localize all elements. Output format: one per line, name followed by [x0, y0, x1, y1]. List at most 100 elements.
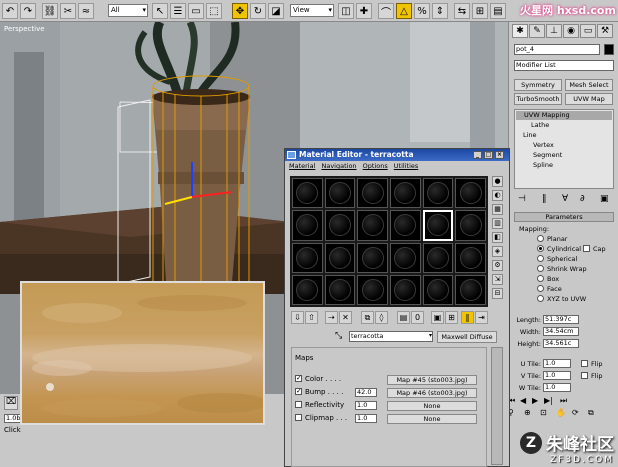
- stack-item-vertex[interactable]: Vertex: [533, 141, 554, 150]
- object-name-input[interactable]: pot_4: [514, 44, 600, 55]
- get-material-icon[interactable]: ⇩: [291, 311, 304, 324]
- material-effects-channel-icon[interactable]: 0: [411, 311, 424, 324]
- utile-input[interactable]: 1.0: [543, 359, 571, 368]
- u-flip-checkbox[interactable]: Flip: [581, 360, 602, 368]
- assign-to-selection-icon[interactable]: ⇢: [325, 311, 338, 324]
- mesh-select-button[interactable]: Mesh Select: [565, 79, 613, 91]
- menu-navigation[interactable]: Navigation: [321, 162, 356, 170]
- menu-options[interactable]: Options: [363, 162, 388, 170]
- coord-system-dropdown[interactable]: View: [290, 4, 334, 17]
- rect-select-icon[interactable]: ▭: [188, 3, 204, 19]
- mirror-icon[interactable]: ⇆: [454, 3, 470, 19]
- vtile-input[interactable]: 1.0: [543, 371, 571, 380]
- object-color-swatch[interactable]: [604, 44, 614, 55]
- viewport-label[interactable]: Perspective: [4, 25, 45, 33]
- height-input[interactable]: 34.561c: [543, 339, 579, 348]
- reflectivity-amount-input[interactable]: 1.0: [355, 401, 377, 410]
- angle-snap-icon[interactable]: △: [396, 3, 412, 19]
- next-frame-icon[interactable]: ▶|: [544, 396, 553, 405]
- unlink-icon[interactable]: ✂: [60, 3, 76, 19]
- manipulate-icon[interactable]: ✚: [356, 3, 372, 19]
- show-map-in-viewport-icon[interactable]: ▣: [431, 311, 444, 324]
- material-slot[interactable]: [389, 210, 421, 241]
- clipmap-amount-input[interactable]: 1.0: [355, 414, 377, 423]
- align-icon[interactable]: ⊞: [472, 3, 488, 19]
- color-map-button[interactable]: Map #45 (sto003.jpg): [387, 375, 477, 385]
- close-button[interactable]: ×: [495, 151, 504, 159]
- maximize-button[interactable]: □: [484, 151, 493, 159]
- material-slot[interactable]: [324, 178, 356, 209]
- width-input[interactable]: 34.54cm: [543, 327, 579, 336]
- menu-utilities[interactable]: Utilities: [394, 162, 418, 170]
- pin-stack-icon[interactable]: ⊣: [518, 194, 526, 204]
- material-slot[interactable]: [292, 210, 323, 241]
- mapping-shrink-wrap-radio[interactable]: Shrink Wrap: [537, 265, 587, 273]
- go-forward-sibling-icon[interactable]: ⇥: [475, 311, 488, 324]
- make-preview-icon[interactable]: ◈: [492, 246, 503, 257]
- mapping-planar-radio[interactable]: Planar: [537, 235, 567, 243]
- stack-item-spline[interactable]: Spline: [533, 161, 553, 170]
- make-unique-material-icon[interactable]: ◊: [375, 311, 388, 324]
- prev-frame-icon[interactable]: ◀: [520, 396, 526, 405]
- spinner-snap-icon[interactable]: ⇕: [432, 3, 448, 19]
- menu-material[interactable]: Material: [289, 162, 315, 170]
- cap-checkbox[interactable]: Cap: [583, 245, 606, 253]
- clipmap-button[interactable]: None: [387, 414, 477, 424]
- options-icon[interactable]: ⚙: [492, 260, 503, 271]
- put-to-library-icon[interactable]: ▤: [397, 311, 410, 324]
- motion-tab-icon[interactable]: ◉: [563, 24, 579, 38]
- mapping-face-radio[interactable]: Face: [537, 285, 562, 293]
- uv-tiling-icon[interactable]: ▥: [492, 218, 503, 229]
- modify-tab-icon[interactable]: ✎: [529, 24, 545, 38]
- maps-rollout-label[interactable]: Maps: [295, 354, 313, 362]
- material-slot[interactable]: [389, 242, 421, 273]
- background-icon[interactable]: ▦: [492, 204, 503, 215]
- parameters-rollout[interactable]: Parameters: [514, 212, 614, 222]
- play-icon[interactable]: ▶: [532, 396, 538, 405]
- material-slot[interactable]: [324, 210, 356, 241]
- mapping-xyz-radio[interactable]: XYZ to UVW: [537, 295, 586, 303]
- color-map-checkbox[interactable]: [295, 373, 302, 384]
- stack-item-uvw-mapping[interactable]: UVW Mapping: [516, 111, 612, 120]
- scale-icon[interactable]: ◪: [268, 3, 284, 19]
- reflectivity-map-button[interactable]: None: [387, 401, 477, 411]
- material-slot[interactable]: [292, 274, 323, 305]
- remove-modifier-icon[interactable]: ∂: [580, 194, 585, 204]
- sample-type-icon[interactable]: ●: [492, 176, 503, 187]
- mapping-box-radio[interactable]: Box: [537, 275, 559, 283]
- show-end-result-mat-icon[interactable]: ⊞: [445, 311, 458, 324]
- bind-icon[interactable]: ≈: [78, 3, 94, 19]
- material-slot[interactable]: [455, 274, 486, 305]
- symmetry-button[interactable]: Symmetry: [514, 79, 562, 91]
- snap-icon[interactable]: ⌒: [378, 3, 394, 19]
- display-tab-icon[interactable]: ▭: [580, 24, 596, 38]
- material-slot[interactable]: [324, 242, 356, 273]
- material-editor-titlebar[interactable]: Material Editor - terracotta _ □ ×: [285, 149, 509, 161]
- material-slot[interactable]: [292, 242, 323, 273]
- create-tab-icon[interactable]: ✱: [512, 24, 528, 38]
- pivot-icon[interactable]: ◫: [338, 3, 354, 19]
- pick-material-icon[interactable]: ⤡: [335, 331, 342, 341]
- percent-snap-icon[interactable]: %: [414, 3, 430, 19]
- bump-amount-input[interactable]: 42.0: [355, 388, 377, 397]
- clipmap-checkbox[interactable]: [295, 414, 302, 421]
- rotate-icon[interactable]: ↻: [250, 3, 266, 19]
- length-input[interactable]: 51.397c: [543, 315, 579, 324]
- material-slot[interactable]: [422, 178, 454, 209]
- material-slot[interactable]: [324, 274, 356, 305]
- v-flip-checkbox[interactable]: Flip: [581, 372, 602, 380]
- orbit-icon[interactable]: ⟳: [572, 408, 579, 417]
- material-slot-selected[interactable]: [422, 210, 454, 241]
- go-to-parent-icon[interactable]: ‖: [461, 311, 474, 324]
- bump-map-button[interactable]: Map #46 (sto003.jpg): [387, 388, 477, 398]
- go-end-icon[interactable]: ⏭: [560, 396, 567, 406]
- material-slot[interactable]: [455, 178, 486, 209]
- material-map-navigator-icon[interactable]: ⊟: [492, 288, 503, 299]
- selection-filter-dropdown[interactable]: All: [108, 4, 148, 17]
- configure-sets-icon[interactable]: ▣: [600, 194, 609, 204]
- material-name-dropdown-icon[interactable]: ▾: [429, 332, 432, 339]
- material-slot[interactable]: [389, 178, 421, 209]
- material-slot[interactable]: [357, 274, 388, 305]
- modifier-list-dropdown[interactable]: Modifier List: [514, 60, 614, 71]
- maps-scrollbar[interactable]: [491, 347, 503, 465]
